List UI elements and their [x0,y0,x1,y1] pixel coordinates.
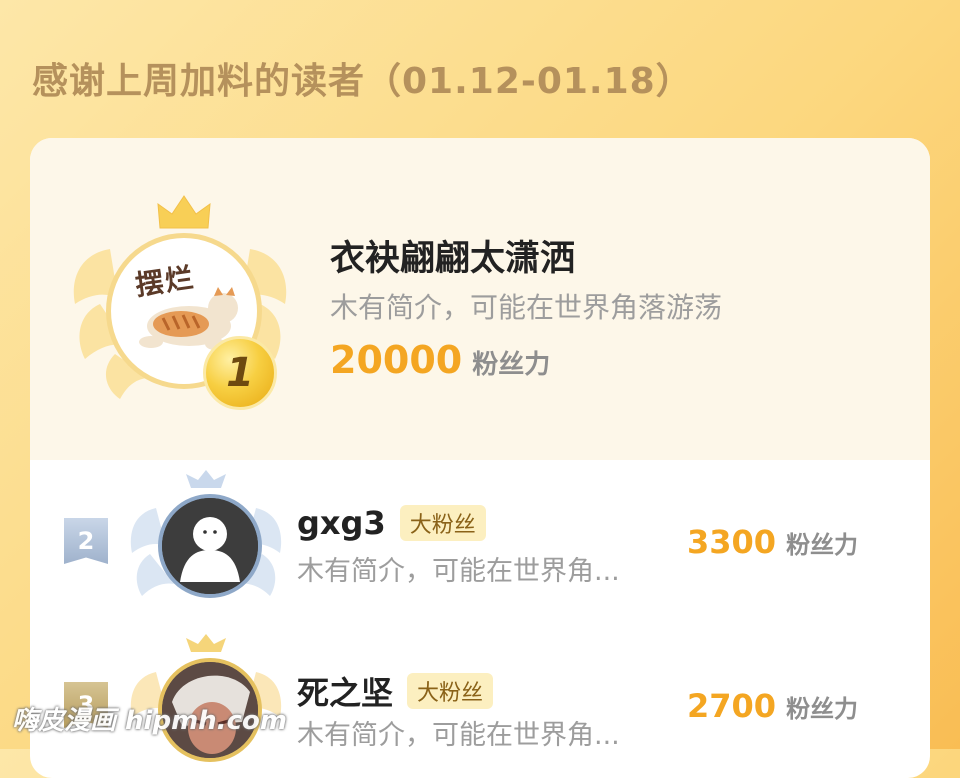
top-reader-score: 20000 粉丝力 [330,338,550,382]
default-avatar-icon [162,498,258,594]
reader-ranking-card: 摆烂 1 衣袂翩翩太潇洒 木有简介，可能在世界角落游荡 20000 粉丝力 2 [30,138,930,778]
page-title: 感谢上周加料的读者（01.12-01.18） [32,61,693,102]
watermark: 嗨皮漫画 hipmh.com [12,706,287,736]
score-value: 20000 [330,338,463,382]
reader-name-text: 死之坚 [297,674,394,712]
reader-name-text: gxg3 [297,504,386,542]
top-reader-section[interactable]: 摆烂 1 衣袂翩翩太潇洒 木有简介，可能在世界角落游荡 20000 粉丝力 [30,138,930,460]
reader-bio: 木有简介，可能在世界角... [297,556,620,587]
reader-score: 3300 粉丝力 [687,523,858,561]
reader-name: gxg3 大粉丝 [297,504,486,542]
reader-row-2[interactable]: 2 gxg3 大粉丝 木有简介，可能在世界角... 3300 粉丝力 [30,460,930,620]
avatar-text: 摆烂 [133,260,198,303]
score-unit: 粉丝力 [786,695,859,723]
reader-score: 2700 粉丝力 [687,687,858,725]
fan-level-badge: 大粉丝 [399,505,486,541]
top-reader-bio: 木有简介，可能在世界角落游荡 [330,291,723,324]
fan-level-badge: 大粉丝 [407,673,494,709]
score-unit: 粉丝力 [786,531,859,559]
score-value: 2700 [687,687,777,725]
top-reader-name: 衣袂翩翩太潇洒 [330,239,576,279]
rank-badge-1: 1 [203,336,277,410]
score-unit: 粉丝力 [472,350,551,380]
reader-name: 死之坚 大粉丝 [297,668,494,714]
score-value: 3300 [687,523,777,561]
avatar[interactable] [158,494,262,598]
reader-bio: 木有简介，可能在世界角... [297,720,620,751]
crown-icon [157,195,211,229]
rank-tag-2: 2 [64,518,108,564]
